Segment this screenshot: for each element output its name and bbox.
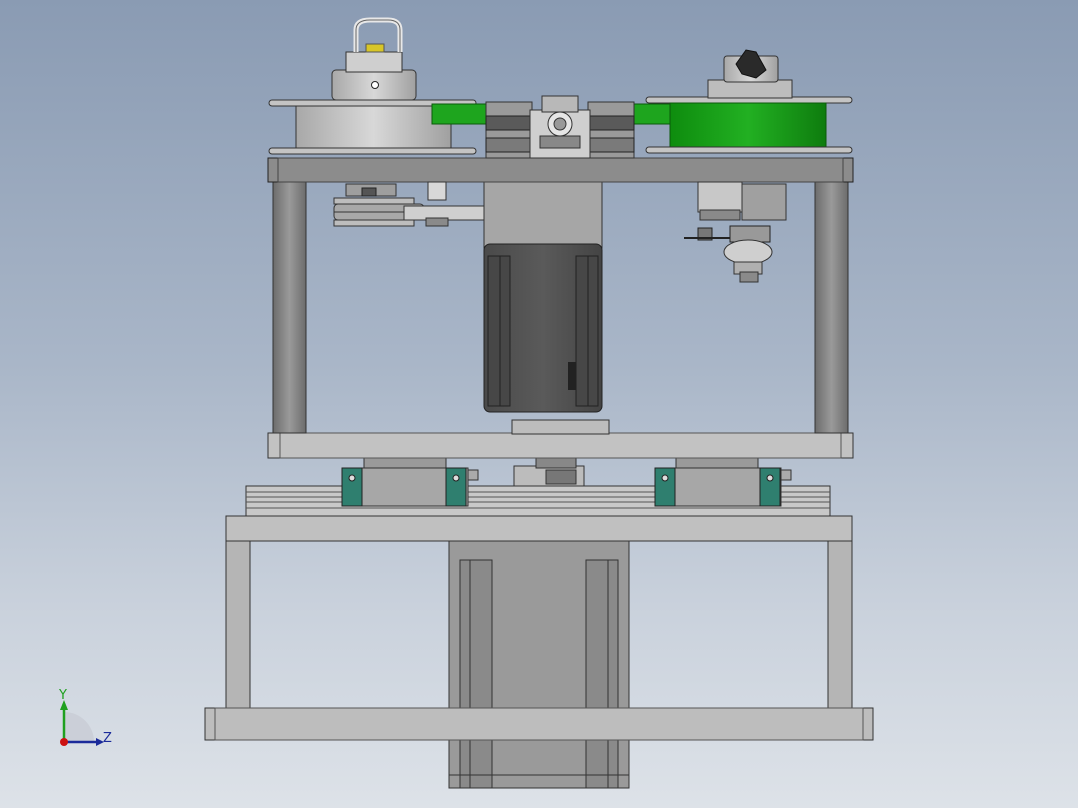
cad-viewport[interactable]: Y Z: [0, 0, 1078, 808]
axis-triad: [60, 700, 104, 746]
x-axis-dot: [60, 738, 68, 746]
z-axis-label: Z: [103, 731, 112, 746]
y-axis-label: Y: [59, 688, 67, 703]
